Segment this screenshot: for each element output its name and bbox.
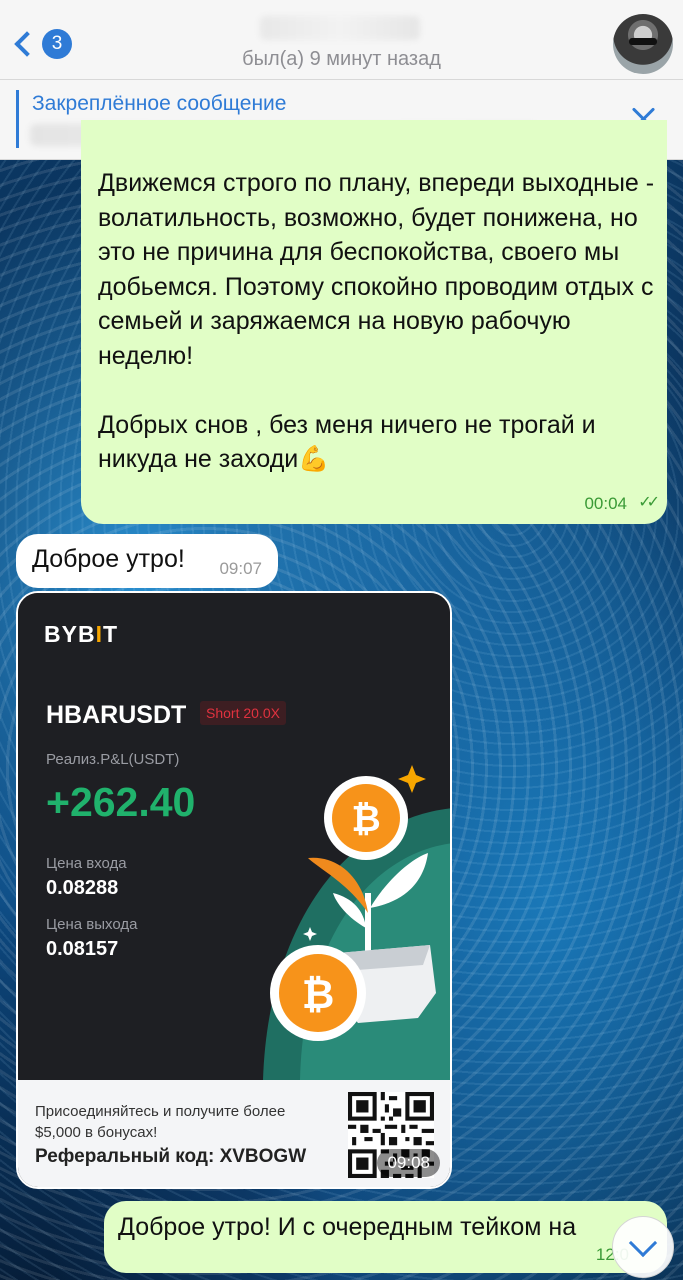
svg-text:₿: ₿ bbox=[302, 973, 335, 1017]
chat-header: 3 был(а) 9 минут назад bbox=[0, 0, 683, 80]
entry-price-label: Цена входа bbox=[46, 855, 127, 872]
referral-code: Реферальный код: XVBOGW bbox=[35, 1146, 307, 1167]
double-check-icon: ✓✓ bbox=[638, 494, 660, 511]
exit-price-value: 0.08157 bbox=[46, 938, 119, 960]
message-image-bybit-card[interactable]: ₿ ₿ BYBIT HBARUSDT Short 20.0X Реализ.P&… bbox=[16, 591, 452, 1189]
message-bubble-incoming[interactable]: Доброе утро! 09:07 bbox=[16, 534, 278, 588]
trading-pair: HBARUSDT bbox=[46, 701, 187, 729]
message-text: Доброе утро! И с очередным тейком на bbox=[118, 1213, 577, 1241]
message-bubble-outgoing[interactable]: Доброе утро! И с очередным тейком на 12:… bbox=[104, 1201, 667, 1273]
position-tag: Short 20.0X bbox=[200, 701, 286, 725]
exit-price-label: Цена выхода bbox=[46, 916, 138, 933]
pnl-value: +262.40 bbox=[46, 779, 196, 825]
scroll-to-bottom-button[interactable] bbox=[612, 1216, 674, 1278]
avatar-glasses bbox=[629, 38, 657, 45]
message-time: 09:07 bbox=[219, 559, 262, 578]
message-time: 00:04 bbox=[584, 494, 627, 513]
message-bubble-outgoing[interactable]: Движемся строго по плану, впереди выходн… bbox=[81, 120, 667, 524]
chevron-down-icon bbox=[628, 1228, 658, 1258]
pinned-accent-bar bbox=[16, 90, 19, 148]
entry-price-value: 0.08288 bbox=[46, 877, 119, 899]
promo-text: Присоединяйтесь и получите более $5,000 … bbox=[35, 1103, 286, 1141]
message-text: Движемся строго по плану, впереди выходн… bbox=[98, 169, 655, 473]
last-seen-status: был(а) 9 минут назад bbox=[242, 48, 441, 70]
svg-text:₿: ₿ bbox=[351, 798, 380, 839]
contact-name-redacted[interactable] bbox=[260, 16, 420, 40]
bybit-logo: BYBIT bbox=[44, 621, 119, 647]
message-text: Доброе утро! bbox=[32, 545, 185, 573]
pinned-title: Закреплённое сообщение bbox=[32, 92, 287, 115]
message-time: 09:08 bbox=[377, 1149, 440, 1177]
avatar[interactable] bbox=[613, 14, 673, 74]
bitcoin-plant-illustration: ₿ ₿ bbox=[263, 765, 450, 1080]
pnl-label: Реализ.P&L(USDT) bbox=[46, 751, 180, 768]
